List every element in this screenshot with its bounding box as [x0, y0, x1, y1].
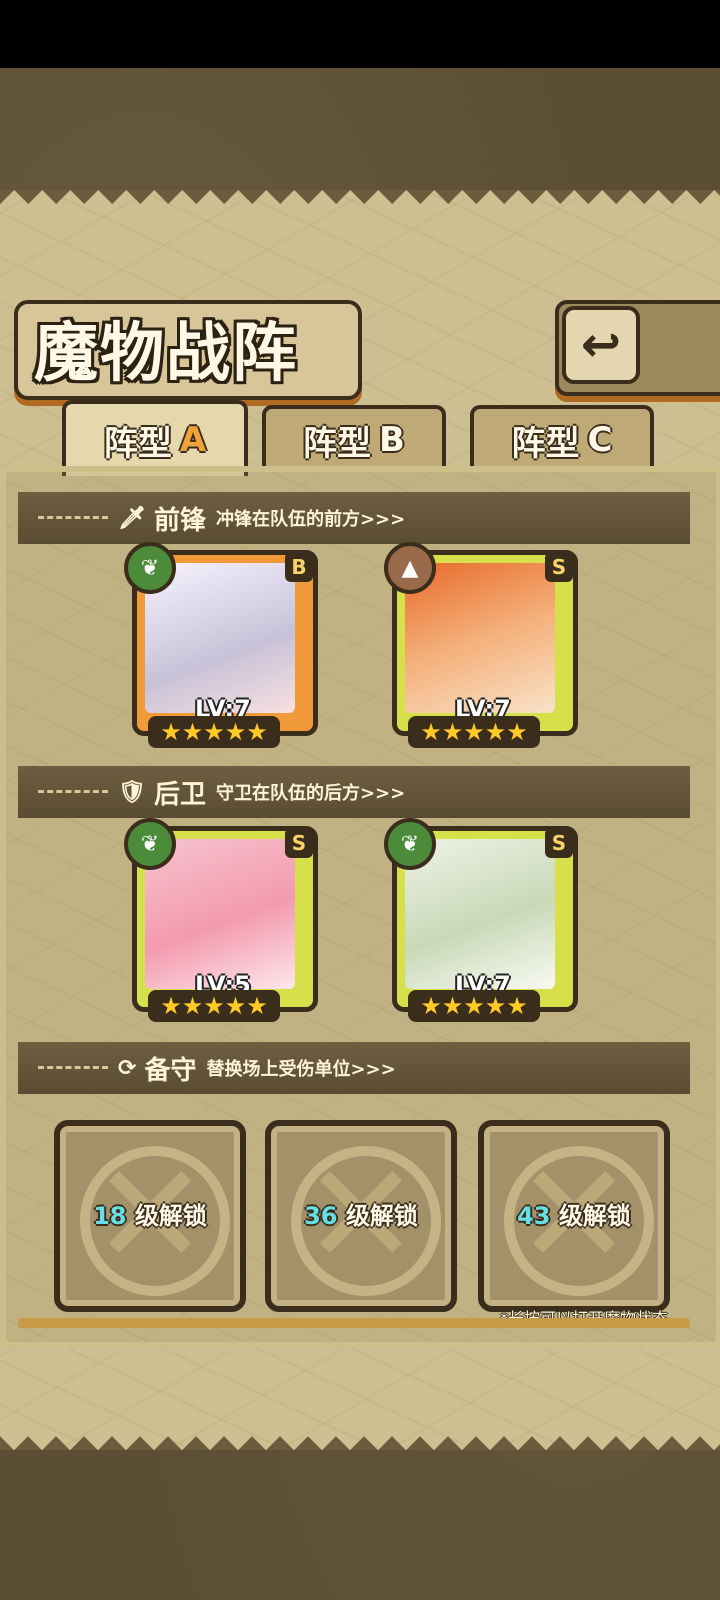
star-rating: ★★★★★ [148, 716, 280, 748]
section-title: 前锋 [153, 505, 206, 536]
reserve-section-header: ⟳ 备守 替换场上受伤单位>>> [18, 1042, 690, 1094]
section-subtitle: 替换场上受伤单位>>> [206, 1059, 396, 1080]
tab-label: 阵型 [303, 423, 372, 464]
star-rating: ★★★★★ [148, 990, 280, 1022]
front-section-header: 🗡 前锋 冲锋在队伍的前方>>> [18, 492, 690, 544]
tab-letter: C [587, 420, 613, 460]
unlock-text: 级解锁 [134, 1202, 207, 1230]
unlock-text: 级解锁 [558, 1202, 631, 1230]
divider [38, 516, 108, 519]
grass-element-icon: ❦ [124, 542, 176, 594]
reserve-slot-3[interactable]: ✕ 43 级解锁 [478, 1120, 670, 1312]
tab-letter: B [379, 420, 405, 460]
back-arrow-icon: ↩ [580, 317, 622, 373]
tab-formation-a[interactable]: 阵型 A [62, 400, 248, 476]
tab-letter: A [179, 420, 207, 460]
torn-edge-top [0, 190, 720, 230]
star-rating: ★★★★★ [408, 716, 540, 748]
panel-base-strip [18, 1318, 690, 1328]
status-bar-area [0, 0, 720, 68]
unlock-level: 18 [93, 1202, 127, 1230]
sword-icon: 🗡 [118, 505, 146, 531]
reserve-slot-1[interactable]: ✕ 18 级解锁 [54, 1120, 246, 1312]
section-subtitle: 冲锋在队伍的前方>>> [215, 509, 406, 530]
unlock-label: 36 级解锁 [271, 1196, 451, 1231]
divider [38, 1066, 108, 1069]
unlock-level: 36 [304, 1202, 338, 1230]
divider [38, 790, 108, 793]
tab-formation-c[interactable]: 阵型 C [470, 405, 654, 471]
rank-badge: S [545, 552, 573, 582]
unlock-level: 43 [517, 1202, 551, 1230]
section-title: 后卫 [153, 779, 206, 810]
reserve-slot-2[interactable]: ✕ 36 级解锁 [265, 1120, 457, 1312]
torn-edge-bottom [0, 1410, 720, 1450]
swap-icon: ⟳ [118, 1055, 137, 1081]
tab-label: 阵型 [511, 423, 580, 464]
unlock-label: 18 级解锁 [60, 1196, 240, 1231]
grass-element-icon: ❦ [384, 818, 436, 870]
back-button[interactable]: ↩ [562, 306, 640, 384]
rank-badge: S [285, 828, 313, 858]
rear-section-header: 🛡 后卫 守卫在队伍的后方>>> [18, 766, 690, 818]
unlock-text: 级解锁 [345, 1202, 418, 1230]
tab-formation-b[interactable]: 阵型 B [262, 405, 446, 471]
section-subtitle: 守卫在队伍的后方>>> [215, 783, 406, 804]
tab-label: 阵型 [103, 423, 172, 464]
rank-badge: S [545, 828, 573, 858]
earth-element-icon: ▲ [384, 542, 436, 594]
page-title: 魔物战阵 [34, 316, 298, 391]
rank-badge: B [285, 552, 313, 582]
section-title: 备守 [144, 1055, 197, 1086]
grass-element-icon: ❦ [124, 818, 176, 870]
star-rating: ★★★★★ [408, 990, 540, 1022]
unlock-label: 43 级解锁 [484, 1196, 664, 1231]
shield-icon: 🛡 [118, 779, 146, 805]
